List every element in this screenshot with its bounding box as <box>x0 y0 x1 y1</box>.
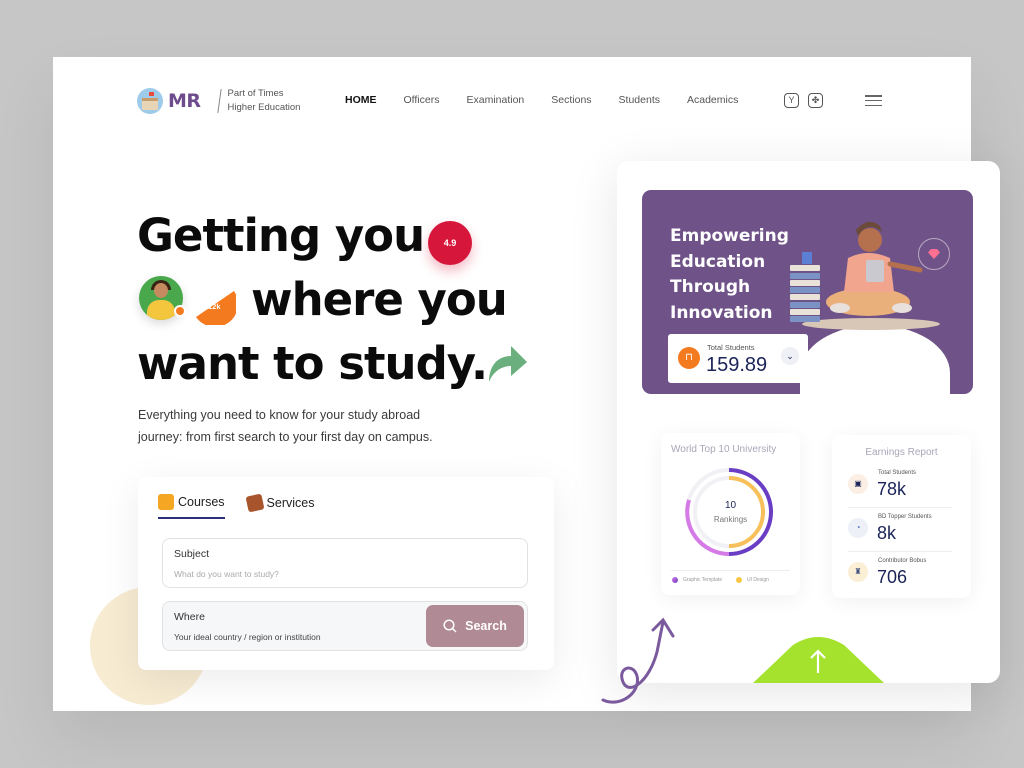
promo-title-line: Through <box>670 277 751 297</box>
services-icon <box>245 493 265 513</box>
promo-title: Empowering Education Through Innovation <box>670 224 810 326</box>
earnings-title: Earnings Report <box>865 447 938 458</box>
earnings-card: Earnings Report ▣ Total Students 78k ◔ B… <box>832 435 971 598</box>
subject-field[interactable]: Subject What do you want to study? <box>162 538 528 588</box>
search-tabs: Courses Services <box>158 493 336 519</box>
earnings-row: ◔ BD Topper Students 8k <box>846 511 956 553</box>
hero-title-line-2: where you <box>251 273 508 326</box>
logo-text: MR <box>168 90 201 112</box>
hero-subtext: Everything you need to know for your stu… <box>138 408 433 444</box>
rankings-title: World Top 10 University <box>671 444 777 455</box>
hero-title-line-1: Getting you <box>137 209 425 262</box>
nav-students[interactable]: Students <box>619 94 660 106</box>
earnings-label: Total Students <box>878 470 917 476</box>
total-students-stat: ⊓ Total Students 159.89 ⌄ <box>668 334 808 383</box>
logo[interactable]: MR Part of Times Higher Education <box>137 87 300 115</box>
promo-banner: Empowering Education Through Innovation <box>642 190 973 394</box>
earnings-value: 8k <box>877 523 897 543</box>
tree-icon[interactable]: Y <box>784 93 799 108</box>
clover-icon[interactable]: ✤ <box>808 93 823 108</box>
pedestal-shape <box>800 325 950 394</box>
divider <box>671 570 790 571</box>
status-dot <box>174 305 186 317</box>
promo-title-line: Innovation <box>670 302 773 323</box>
legend-label: UI Design <box>747 577 769 583</box>
search-button[interactable]: Search <box>426 605 524 647</box>
tab-courses[interactable]: Courses <box>158 494 225 519</box>
earnings-value: 78k <box>877 479 907 499</box>
landing-page: MR Part of Times Higher Education HOME O… <box>53 57 1000 711</box>
courses-icon <box>158 494 174 510</box>
subject-placeholder: What do you want to study? <box>174 569 279 579</box>
tab-services-label: Services <box>266 496 315 510</box>
nav-icon-group: Y ✤ <box>784 93 823 108</box>
nav-home[interactable]: HOME <box>345 94 377 106</box>
scroll-up-button[interactable] <box>753 635 884 683</box>
count-badge: 12k <box>194 283 239 328</box>
earnings-label: BD Topper Students <box>878 514 932 520</box>
nav-sections[interactable]: Sections <box>551 94 591 106</box>
gauge-icon: ◔ <box>848 518 868 538</box>
rankings-value: 10 <box>724 500 737 511</box>
search-card: Courses Services Subject What do you wan… <box>138 477 554 670</box>
promo-title-line: Empowering <box>670 226 789 246</box>
legend-ui-design: UI Design <box>736 577 769 583</box>
dashboard-panel: Empowering Education Through Innovation <box>617 161 1000 683</box>
share-arrow-icon <box>489 346 527 382</box>
legend-dot <box>672 577 678 583</box>
rating-badge: 4.9 <box>428 221 472 265</box>
nav-officers[interactable]: Officers <box>404 94 440 106</box>
earnings-row: ♜ Contributor Bobus 706 <box>846 555 956 597</box>
subject-label: Subject <box>174 548 210 560</box>
stat-value: 159.89 <box>706 354 768 376</box>
rankings-card: World Top 10 University 10 Rankings Grap… <box>661 433 800 595</box>
university-building-icon <box>137 88 163 114</box>
search-icon <box>443 619 457 633</box>
logo-tagline: Part of Times Higher Education <box>228 87 301 115</box>
student-illustration <box>826 221 923 316</box>
legend-dot <box>736 577 742 583</box>
legend-graphic-template: Graphic Template <box>672 577 722 583</box>
stat-label: Total Students <box>707 343 755 352</box>
nav-examination[interactable]: Examination <box>466 94 524 106</box>
donut-arc-yellow <box>728 476 765 548</box>
promo-title-line: Education <box>670 251 766 272</box>
hero-title-line-3: want to study. <box>137 337 488 390</box>
legend-label: Graphic Template <box>683 577 723 583</box>
board-icon: ▣ <box>848 474 868 494</box>
main-nav: HOME Officers Examination Sections Stude… <box>345 94 765 106</box>
search-button-label: Search <box>465 619 507 633</box>
nav-academics[interactable]: Academics <box>687 94 738 106</box>
tab-courses-label: Courses <box>178 495 225 509</box>
earnings-label: Contributor Bobus <box>878 558 927 564</box>
rankings-label: Rankings <box>713 515 748 524</box>
where-field[interactable]: Where Your ideal country / region or ins… <box>162 601 528 651</box>
earnings-row: ▣ Total Students 78k <box>846 467 956 509</box>
hamburger-menu-icon[interactable] <box>865 95 882 107</box>
logo-divider <box>216 89 222 113</box>
rankings-donut-chart <box>685 468 773 556</box>
tagline-line-2: Higher Education <box>227 102 301 113</box>
swirl-arrow-decoration <box>601 617 675 704</box>
gem-icon <box>918 238 950 270</box>
chevron-down-icon[interactable]: ⌄ <box>781 347 799 365</box>
count-badge-label: 12k <box>208 302 221 311</box>
tab-services[interactable]: Services <box>245 493 315 519</box>
tagline-line-1: Part of Times <box>227 88 284 99</box>
book-stack-illustration <box>790 252 820 324</box>
contributors-icon: ♜ <box>848 562 868 582</box>
students-icon: ⊓ <box>678 347 700 369</box>
earnings-value: 706 <box>877 567 908 587</box>
